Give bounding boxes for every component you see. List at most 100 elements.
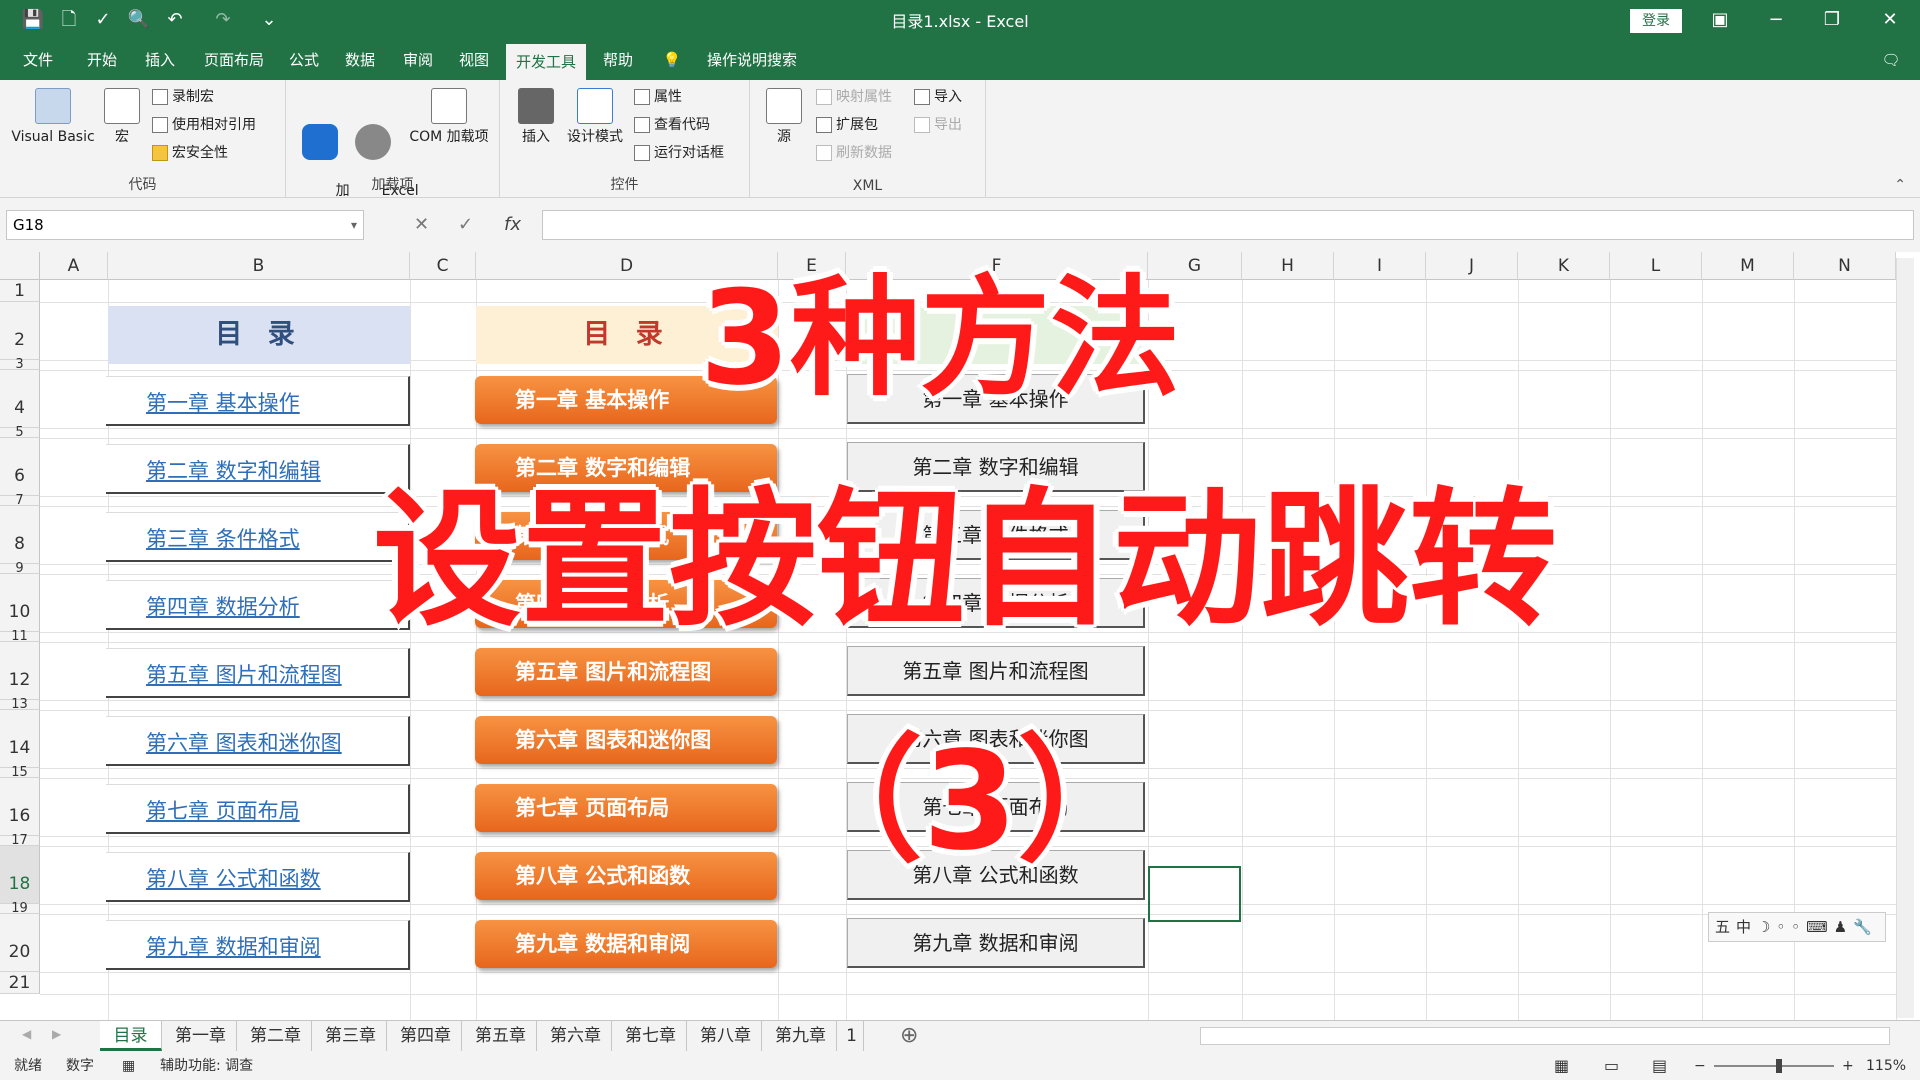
visual-basic-button[interactable]: Visual Basic	[8, 88, 98, 146]
row-header-8[interactable]: 8	[0, 506, 40, 564]
enter-icon[interactable]: ✓	[458, 210, 473, 240]
vertical-scrollbar[interactable]	[1896, 258, 1914, 1018]
sheet-tab-4[interactable]: 第三章	[315, 1021, 387, 1051]
sheet-tab-9[interactable]: 第八章	[690, 1021, 762, 1051]
column-header-k[interactable]: K	[1518, 252, 1610, 280]
tab-page-layout[interactable]: 页面布局	[194, 40, 274, 80]
row-header-16[interactable]: 16	[0, 778, 40, 836]
import-button[interactable]: 导入	[914, 86, 962, 108]
normal-view-icon[interactable]: ▦	[1554, 1052, 1569, 1080]
chapter-hyperlink-6[interactable]: 第六章 图表和迷你图	[106, 716, 410, 766]
row-header-14[interactable]: 14	[0, 710, 40, 768]
expansion-packs-button[interactable]: 扩展包	[816, 114, 878, 136]
chapter-hyperlink-1[interactable]: 第一章 基本操作	[106, 376, 410, 426]
scroll-left-icon[interactable]: ◀	[22, 1027, 31, 1041]
select-all-corner[interactable]	[0, 252, 40, 280]
sheet-tab-6[interactable]: 第五章	[465, 1021, 537, 1051]
column-header-j[interactable]: J	[1426, 252, 1518, 280]
row-header-12[interactable]: 12	[0, 642, 40, 700]
sheet-tab-3[interactable]: 第二章	[240, 1021, 312, 1051]
tab-developer[interactable]: 开发工具	[506, 44, 586, 80]
column-header-b[interactable]: B	[108, 252, 410, 280]
accessibility-status[interactable]: 辅助功能: 调查	[160, 1052, 253, 1080]
chapter-hyperlink-9[interactable]: 第九章 数据和审阅	[106, 920, 410, 970]
sheet-tab-11[interactable]: 1	[840, 1021, 864, 1051]
row-header-19[interactable]: 19	[0, 902, 40, 915]
chapter-hyperlink-8[interactable]: 第八章 公式和函数	[106, 852, 410, 902]
comments-icon[interactable]: 🗨	[1876, 40, 1906, 80]
tab-insert[interactable]: 插入	[136, 40, 184, 80]
row-header-11[interactable]: 11	[0, 630, 40, 643]
ime-toolbar[interactable]: 五中☽◦◦⌨♟🔧	[1708, 912, 1886, 942]
chapter-hyperlink-7[interactable]: 第七章 页面布局	[106, 784, 410, 834]
tab-formulas[interactable]: 公式	[280, 40, 328, 80]
zoom-slider-thumb[interactable]	[1776, 1059, 1782, 1073]
row-header-13[interactable]: 13	[0, 698, 40, 711]
row-header-21[interactable]: 21	[0, 972, 40, 994]
login-button[interactable]: 登录	[1630, 9, 1682, 33]
zoom-in-icon[interactable]: +	[1842, 1052, 1854, 1080]
design-mode-button[interactable]: 设计模式	[562, 88, 628, 146]
chapter-shape-button-6[interactable]: 第六章 图表和迷你图	[475, 716, 777, 764]
tell-me-search[interactable]: 操作说明搜索	[692, 40, 812, 80]
insert-control-button[interactable]: 插入	[514, 88, 558, 146]
row-header-10[interactable]: 10	[0, 574, 40, 632]
row-header-5[interactable]: 5	[0, 426, 40, 439]
row-header-2[interactable]: 2	[0, 302, 40, 360]
source-button[interactable]: 源	[764, 88, 804, 146]
formula-input[interactable]	[542, 210, 1914, 240]
insert-function-icon[interactable]: fx	[504, 210, 521, 240]
chapter-form-button-9[interactable]: 第九章 数据和审阅	[847, 918, 1145, 968]
row-header-17[interactable]: 17	[0, 834, 40, 847]
run-dialog-button[interactable]: 运行对话框	[634, 142, 724, 164]
column-header-i[interactable]: I	[1334, 252, 1426, 280]
tab-data[interactable]: 数据	[336, 40, 384, 80]
chapter-hyperlink-5[interactable]: 第五章 图片和流程图	[106, 648, 410, 698]
chapter-shape-button-8[interactable]: 第八章 公式和函数	[475, 852, 777, 900]
add-sheet-icon[interactable]: ⊕	[900, 1023, 918, 1048]
tab-file[interactable]: 文件	[14, 40, 62, 80]
minimize-button[interactable]: −	[1756, 6, 1796, 34]
chapter-form-button-5[interactable]: 第五章 图片和流程图	[847, 646, 1145, 696]
horizontal-scrollbar[interactable]	[1200, 1027, 1890, 1045]
chapter-shape-button-5[interactable]: 第五章 图片和流程图	[475, 648, 777, 696]
refresh-data-button[interactable]: 刷新数据	[816, 142, 892, 164]
worksheet-grid[interactable]: A B C D E F G H I J K L M N 1 2 3 4 5 6 7 8 9 10 11 12 13 14 15 16 17 1…	[0, 252, 1920, 1020]
sheet-tab-7[interactable]: 第六章	[540, 1021, 612, 1051]
row-header-9[interactable]: 9	[0, 562, 40, 575]
restore-button[interactable]: ❐	[1812, 6, 1852, 34]
row-header-3[interactable]: 3	[0, 358, 40, 371]
macro-record-icon[interactable]: ▦	[122, 1052, 135, 1080]
sheet-tab-10[interactable]: 第九章	[765, 1021, 837, 1051]
column-header-a[interactable]: A	[40, 252, 108, 280]
row-header-6[interactable]: 6	[0, 438, 40, 496]
sheet-tab-5[interactable]: 第四章	[390, 1021, 462, 1051]
row-header-7[interactable]: 7	[0, 494, 40, 507]
sheet-tab-2[interactable]: 第一章	[165, 1021, 237, 1051]
collapse-ribbon-icon[interactable]: ⌃	[1894, 177, 1906, 193]
com-addins-button[interactable]: COM 加载项	[402, 88, 496, 146]
page-break-view-icon[interactable]: ▤	[1652, 1052, 1667, 1080]
tab-home[interactable]: 开始	[78, 40, 126, 80]
properties-button[interactable]: 属性	[634, 86, 682, 108]
map-properties-button[interactable]: 映射属性	[816, 86, 892, 108]
export-button[interactable]: 导出	[914, 114, 962, 136]
cancel-icon[interactable]: ✕	[414, 210, 429, 240]
name-box[interactable]: G18 ▾	[6, 210, 364, 240]
sheet-tab-8[interactable]: 第七章	[615, 1021, 687, 1051]
row-header-1[interactable]: 1	[0, 280, 40, 302]
chapter-shape-button-9[interactable]: 第九章 数据和审阅	[475, 920, 777, 968]
row-header-15[interactable]: 15	[0, 766, 40, 779]
column-header-n[interactable]: N	[1794, 252, 1896, 280]
record-macro-button[interactable]: 录制宏	[152, 86, 214, 108]
tab-view[interactable]: 视图	[450, 40, 498, 80]
macro-security-button[interactable]: 宏安全性	[152, 142, 228, 164]
zoom-slider[interactable]	[1714, 1065, 1834, 1067]
tab-review[interactable]: 审阅	[394, 40, 442, 80]
sheet-tab-1[interactable]: 目录	[100, 1021, 162, 1051]
macros-button[interactable]: 宏	[100, 88, 144, 146]
column-header-l[interactable]: L	[1610, 252, 1702, 280]
relative-reference-button[interactable]: 使用相对引用	[152, 114, 256, 136]
chapter-shape-button-7[interactable]: 第七章 页面布局	[475, 784, 777, 832]
page-layout-view-icon[interactable]: ▭	[1604, 1052, 1619, 1080]
